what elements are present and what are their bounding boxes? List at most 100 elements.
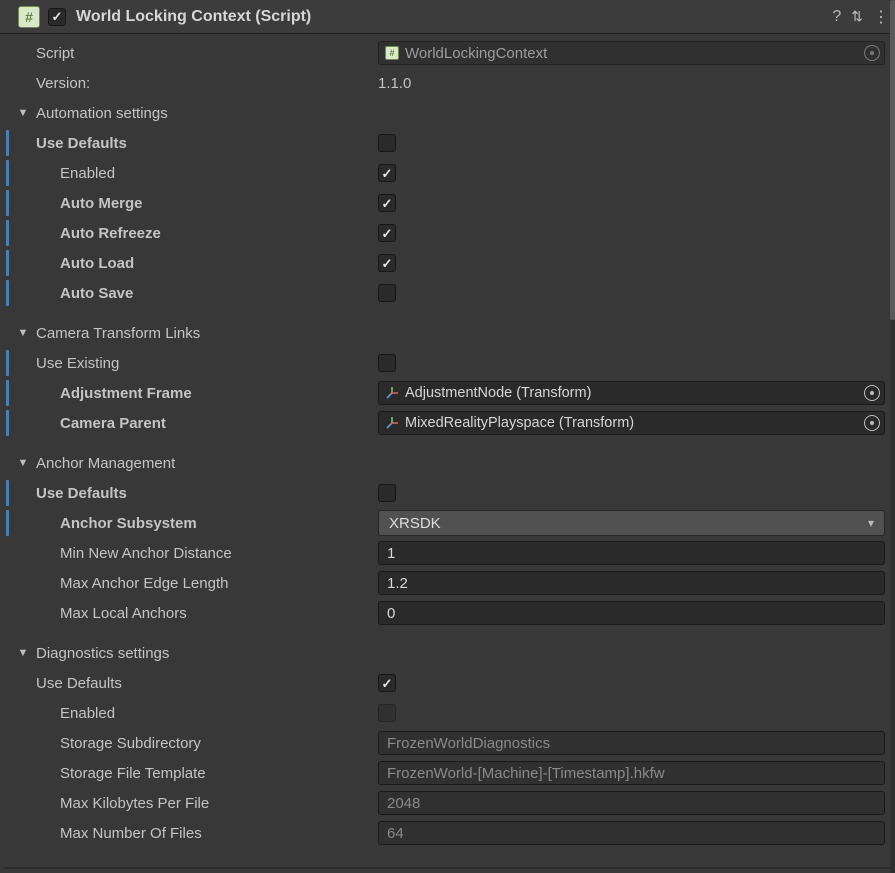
automation-use-defaults-row: Use Defaults	[0, 128, 895, 158]
automation-enabled-checkbox[interactable]	[378, 164, 396, 182]
max-number-of-files-value: 64	[387, 825, 404, 842]
automation-autoload-checkbox[interactable]	[378, 254, 396, 272]
diagnostics-use-defaults-label: Use Defaults	[36, 675, 378, 692]
foldout-arrow-icon: ▼	[16, 107, 30, 119]
component-enabled-checkbox[interactable]	[48, 8, 66, 26]
anchor-section-label: Anchor Management	[36, 455, 175, 472]
diagnostics-use-defaults-row: Use Defaults	[0, 668, 895, 698]
storage-subdirectory-label: Storage Subdirectory	[60, 735, 378, 752]
max-kilobytes-per-file-field: 2048	[378, 791, 885, 815]
camera-parent-label: Camera Parent	[60, 415, 378, 432]
anchor-subsystem-label: Anchor Subsystem	[60, 515, 378, 532]
inspector-component-panel: # World Locking Context (Script) ? ⇅ ⋮ S…	[0, 0, 895, 873]
automation-autorefreeze-label: Auto Refreeze	[60, 225, 378, 242]
automation-autosave-label: Auto Save	[60, 285, 378, 302]
max-local-anchors-row: Max Local Anchors 0	[0, 598, 895, 628]
automation-use-defaults-label: Use Defaults	[36, 135, 378, 152]
camera-use-existing-checkbox[interactable]	[378, 354, 396, 372]
automation-enabled-row: Enabled	[0, 158, 895, 188]
storage-subdirectory-row: Storage Subdirectory FrozenWorldDiagnost…	[0, 728, 895, 758]
script-field-row: Script # WorldLockingContext	[0, 38, 895, 68]
automation-enabled-label: Enabled	[60, 165, 378, 182]
object-picker-icon[interactable]	[864, 45, 880, 61]
automation-foldout[interactable]: ▼ Automation settings	[0, 98, 895, 128]
foldout-arrow-icon: ▼	[16, 327, 30, 339]
version-label: Version:	[36, 75, 378, 92]
max-kilobytes-per-file-row: Max Kilobytes Per File 2048	[0, 788, 895, 818]
storage-file-template-field: FrozenWorld-[Machine]-[Timestamp].hkfw	[378, 761, 885, 785]
preset-icon[interactable]: ⇅	[851, 8, 863, 25]
diagnostics-use-defaults-checkbox[interactable]	[378, 674, 396, 692]
component-header-actions: ? ⇅ ⋮	[832, 7, 889, 27]
anchor-foldout[interactable]: ▼ Anchor Management	[0, 448, 895, 478]
object-picker-icon[interactable]	[864, 415, 880, 431]
min-new-anchor-distance-value: 1	[387, 545, 395, 562]
storage-subdirectory-field: FrozenWorldDiagnostics	[378, 731, 885, 755]
camera-foldout[interactable]: ▼ Camera Transform Links	[0, 318, 895, 348]
min-new-anchor-distance-label: Min New Anchor Distance	[60, 545, 378, 562]
component-title: World Locking Context (Script)	[76, 8, 832, 26]
automation-automerge-label: Auto Merge	[60, 195, 378, 212]
transform-icon	[385, 386, 399, 400]
camera-use-existing-label: Use Existing	[36, 355, 378, 372]
help-icon[interactable]: ?	[832, 8, 841, 26]
foldout-arrow-icon: ▼	[16, 457, 30, 469]
anchor-subsystem-row: Anchor Subsystem XRSDK	[0, 508, 895, 538]
max-number-of-files-row: Max Number Of Files 64	[0, 818, 895, 848]
storage-file-template-row: Storage File Template FrozenWorld-[Machi…	[0, 758, 895, 788]
automation-autosave-row: Auto Save	[0, 278, 895, 308]
component-header[interactable]: # World Locking Context (Script) ? ⇅ ⋮	[0, 0, 895, 34]
max-local-anchors-value: 0	[387, 605, 395, 622]
diagnostics-enabled-checkbox	[378, 704, 396, 722]
script-hash-glyph: #	[25, 10, 33, 24]
automation-use-defaults-checkbox[interactable]	[378, 134, 396, 152]
max-anchor-edge-length-field[interactable]: 1.2	[378, 571, 885, 595]
transform-icon	[385, 416, 399, 430]
automation-autoload-row: Auto Load	[0, 248, 895, 278]
automation-autosave-checkbox[interactable]	[378, 284, 396, 302]
script-component-icon: #	[18, 6, 40, 28]
automation-autoload-label: Auto Load	[60, 255, 378, 272]
kebab-menu-icon[interactable]: ⋮	[873, 7, 889, 27]
max-anchor-edge-length-row: Max Anchor Edge Length 1.2	[0, 568, 895, 598]
script-value: WorldLockingContext	[405, 45, 547, 62]
min-new-anchor-distance-row: Min New Anchor Distance 1	[0, 538, 895, 568]
csharp-script-icon: #	[385, 46, 399, 60]
diagnostics-section-label: Diagnostics settings	[36, 645, 169, 662]
adjustment-frame-object-field[interactable]: AdjustmentNode (Transform)	[378, 381, 885, 405]
automation-automerge-checkbox[interactable]	[378, 194, 396, 212]
anchor-use-defaults-row: Use Defaults	[0, 478, 895, 508]
camera-section-label: Camera Transform Links	[36, 325, 200, 342]
foldout-arrow-icon: ▼	[16, 647, 30, 659]
storage-subdirectory-value: FrozenWorldDiagnostics	[387, 735, 550, 752]
diagnostics-enabled-row: Enabled	[0, 698, 895, 728]
script-label: Script	[36, 45, 378, 62]
anchor-subsystem-value: XRSDK	[389, 515, 441, 532]
camera-use-existing-row: Use Existing	[0, 348, 895, 378]
version-value: 1.1.0	[378, 75, 411, 92]
max-local-anchors-field[interactable]: 0	[378, 601, 885, 625]
automation-automerge-row: Auto Merge	[0, 188, 895, 218]
camera-adjustment-frame-label: Adjustment Frame	[60, 385, 378, 402]
max-kilobytes-per-file-label: Max Kilobytes Per File	[60, 795, 378, 812]
component-body: Script # WorldLockingContext Version: 1.…	[0, 34, 895, 848]
camera-adjustment-frame-row: Adjustment Frame AdjustmentNode (Transfo…	[0, 378, 895, 408]
automation-autorefreeze-checkbox[interactable]	[378, 224, 396, 242]
anchor-subsystem-dropdown[interactable]: XRSDK	[378, 510, 885, 536]
max-number-of-files-label: Max Number Of Files	[60, 825, 378, 842]
adjustment-frame-value: AdjustmentNode (Transform)	[405, 385, 591, 401]
max-anchor-edge-length-label: Max Anchor Edge Length	[60, 575, 378, 592]
diagnostics-foldout[interactable]: ▼ Diagnostics settings	[0, 638, 895, 668]
min-new-anchor-distance-field[interactable]: 1	[378, 541, 885, 565]
camera-parent-value: MixedRealityPlayspace (Transform)	[405, 415, 634, 431]
camera-parent-object-field[interactable]: MixedRealityPlayspace (Transform)	[378, 411, 885, 435]
max-anchor-edge-length-value: 1.2	[387, 575, 408, 592]
component-footer-divider	[4, 867, 891, 869]
max-kilobytes-per-file-value: 2048	[387, 795, 420, 812]
max-number-of-files-field: 64	[378, 821, 885, 845]
script-object-field[interactable]: # WorldLockingContext	[378, 41, 885, 65]
max-local-anchors-label: Max Local Anchors	[60, 605, 378, 622]
object-picker-icon[interactable]	[864, 385, 880, 401]
storage-file-template-label: Storage File Template	[60, 765, 378, 782]
anchor-use-defaults-checkbox[interactable]	[378, 484, 396, 502]
